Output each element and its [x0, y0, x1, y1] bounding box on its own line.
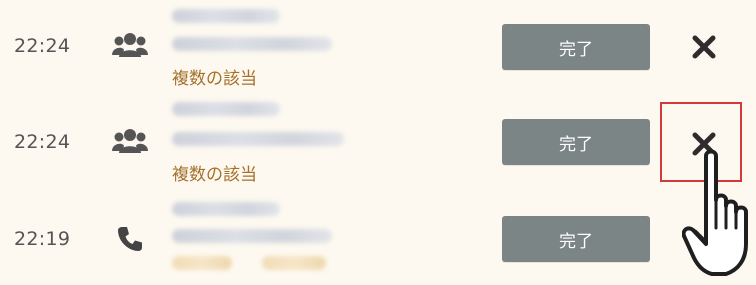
phone-icon — [116, 225, 144, 253]
done-button[interactable]: 完了 — [502, 24, 650, 70]
match-status: 複数の該当 — [172, 69, 257, 89]
call-list: 22:24 複数の該当 完了 22:24 複数の該当 完了 22:19 完了 — [0, 0, 756, 285]
redacted-number — [172, 132, 344, 146]
redacted-name — [172, 102, 280, 116]
done-button[interactable]: 完了 — [502, 216, 650, 262]
redacted-detail — [262, 256, 326, 270]
hand-pointer-icon — [682, 148, 756, 285]
redacted-number — [172, 37, 332, 51]
group-icon — [112, 126, 148, 156]
done-button[interactable]: 完了 — [502, 119, 650, 165]
match-status: 複数の該当 — [172, 165, 257, 185]
redacted-detail — [172, 256, 232, 270]
list-item[interactable]: 22:19 完了 — [0, 193, 756, 285]
time-label: 22:19 — [14, 228, 71, 250]
redacted-number — [172, 229, 332, 243]
list-item[interactable]: 22:24 複数の該当 完了 — [0, 96, 756, 193]
list-item[interactable]: 22:24 複数の該当 完了 — [0, 0, 756, 96]
group-icon — [112, 30, 148, 60]
close-icon[interactable] — [692, 35, 716, 59]
time-label: 22:24 — [14, 131, 71, 153]
redacted-name — [172, 9, 280, 23]
redacted-name — [172, 202, 280, 216]
time-label: 22:24 — [14, 35, 71, 57]
